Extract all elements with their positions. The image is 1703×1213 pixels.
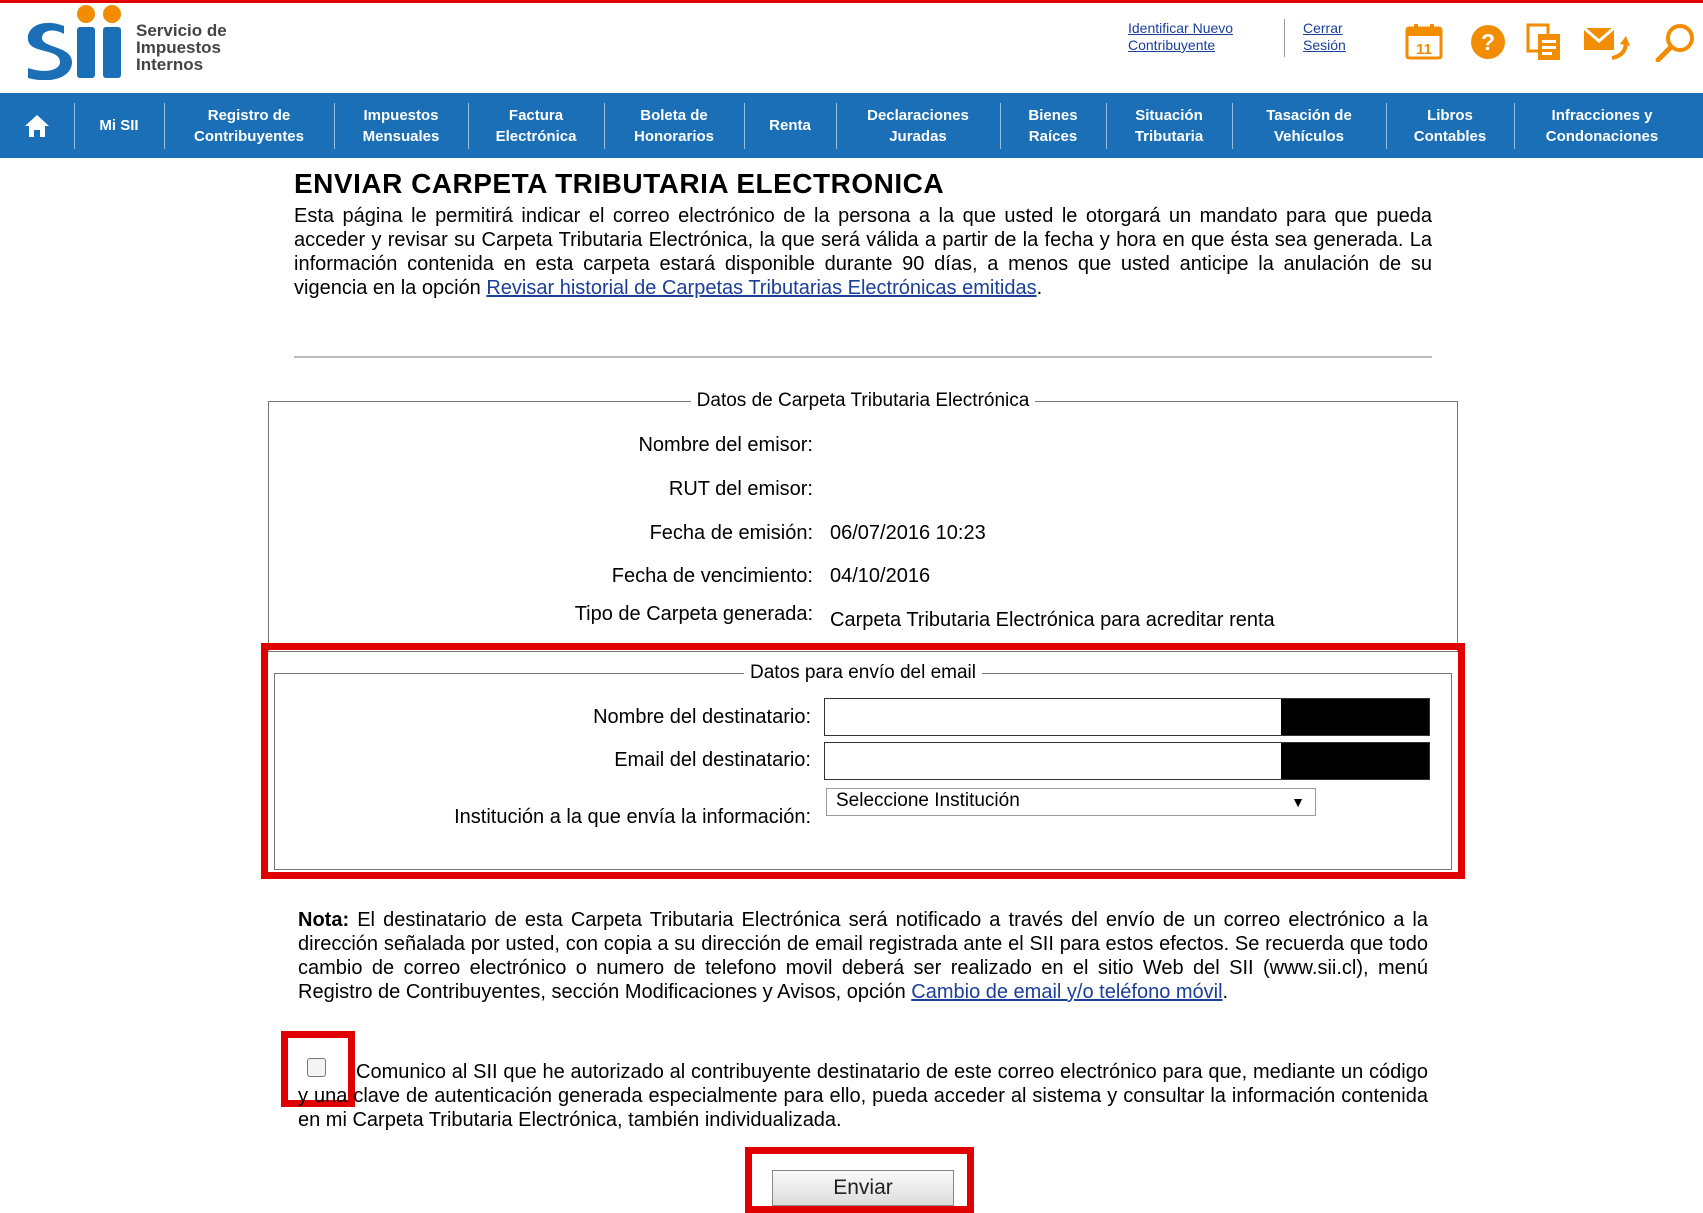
- historial-carpetas-link[interactable]: Revisar historial de Carpetas Tributaria…: [486, 277, 1036, 299]
- nav-label: Factura: [508, 106, 564, 124]
- calendar-day: 11: [1416, 41, 1432, 58]
- nav-mi-sii[interactable]: Mi SII: [74, 93, 164, 158]
- nav-label: Tasación de: [1266, 106, 1352, 124]
- nav-label: Bienes: [1028, 106, 1078, 124]
- emisor-label: Nombre del emisor:: [638, 434, 813, 456]
- search-icon[interactable]: [1652, 22, 1698, 63]
- logout-link-line2: Sesión: [1303, 37, 1346, 53]
- intro-end: .: [1036, 277, 1043, 299]
- intro-paragraph: Esta página le permitirá indicar el corr…: [294, 204, 1432, 300]
- nav-factura-electronica[interactable]: Factura Electrónica: [468, 93, 604, 158]
- fecha-emision-label: Fecha de emisión:: [649, 522, 813, 544]
- nav-label: Contribuyentes: [193, 127, 304, 145]
- help-icon[interactable]: ?: [1468, 22, 1508, 62]
- note-text: El destinatario de esta Carpeta Tributar…: [298, 909, 1428, 1003]
- nav-label: Situación: [1135, 106, 1203, 124]
- nav-label: Libros: [1427, 106, 1473, 124]
- logo-text: Servicio de Impuestos Internos: [136, 22, 227, 73]
- logo-line-2: Impuestos: [136, 38, 222, 57]
- nav-libros-contables[interactable]: Libros Contables: [1386, 93, 1514, 158]
- page-title: ENVIAR CARPETA TRIBUTARIA ELECTRONICA: [294, 168, 945, 199]
- nav-label: Condonaciones: [1545, 127, 1659, 145]
- nav-label: Juradas: [889, 127, 947, 145]
- submit-button[interactable]: Enviar: [772, 1170, 954, 1206]
- nav-label: Infracciones y: [1551, 106, 1653, 124]
- fecha-emision-value: 06/07/2016 10:23: [830, 522, 986, 544]
- note-end: .: [1222, 981, 1229, 1003]
- nav-impuestos-mensuales[interactable]: Impuestos Mensuales: [334, 93, 468, 158]
- logo-line-3: Internos: [136, 55, 204, 74]
- main-nav: Mi SII Registro de Contribuyentes Impuest…: [0, 93, 1703, 158]
- logout-link-line1: Cerrar: [1303, 20, 1343, 36]
- note-paragraph: Nota: El destinatario de esta Carpeta Tr…: [298, 908, 1428, 1004]
- nav-label: Contables: [1413, 127, 1487, 145]
- identify-link-line2: Contribuyente: [1128, 37, 1216, 53]
- fecha-vencimiento-value: 04/10/2016: [830, 565, 931, 587]
- nav-home[interactable]: [0, 93, 74, 158]
- nav-boleta-honorarios[interactable]: Boleta de Honorarios: [604, 93, 744, 158]
- tipo-carpeta-value: Carpeta Tributaria Electrónica para acre…: [830, 609, 1275, 631]
- nav-situacion-tributaria[interactable]: Situación Tributaria: [1106, 93, 1232, 158]
- highlight-email-section: [261, 643, 1465, 879]
- mail-icon[interactable]: [1582, 22, 1630, 62]
- note-bold: Nota:: [298, 909, 350, 931]
- nav-registro-contribuyentes[interactable]: Registro de Contribuyentes: [164, 93, 334, 158]
- nav-label: Renta: [769, 117, 811, 134]
- divider: [294, 356, 1432, 358]
- fecha-vencimiento-label: Fecha de vencimiento:: [611, 565, 813, 587]
- nav-label: Mi SII: [99, 117, 139, 134]
- nav-infracciones-condonaciones[interactable]: Infracciones y Condonaciones: [1514, 93, 1690, 158]
- consent-text: Comunico al SII que he autorizado al con…: [298, 1061, 1428, 1131]
- home-icon: [25, 114, 49, 137]
- calendar-icon[interactable]: 11: [1404, 22, 1444, 62]
- sii-logo-mark: [27, 5, 121, 80]
- identify-link-line1: Identificar Nuevo: [1128, 20, 1234, 36]
- nav-label: Boleta de: [640, 106, 708, 124]
- nav-renta[interactable]: Renta: [744, 93, 836, 158]
- top-accent-line: [0, 0, 1703, 3]
- nav-label: Impuestos: [363, 106, 439, 124]
- nav-label: Electrónica: [495, 127, 577, 145]
- nav-label: Mensuales: [362, 127, 440, 145]
- svg-text:?: ?: [1481, 29, 1495, 55]
- logo-line-1: Servicio de: [136, 21, 227, 40]
- carpeta-legend: Datos de Carpeta Tributaria Electrónica: [696, 390, 1030, 411]
- nav-tasacion-vehiculos[interactable]: Tasación de Vehículos: [1232, 93, 1386, 158]
- nav-bienes-raices[interactable]: Bienes Raíces: [1000, 93, 1106, 158]
- nav-label: Declaraciones: [867, 106, 969, 124]
- cambio-email-link[interactable]: Cambio de email y/o teléfono móvil: [911, 981, 1222, 1003]
- logout-link[interactable]: Cerrar Sesión: [1303, 20, 1363, 54]
- header-separator: [1284, 19, 1285, 57]
- identify-contributor-link[interactable]: Identificar Nuevo Contribuyente: [1128, 20, 1264, 54]
- nav-label: Vehículos: [1273, 127, 1345, 145]
- nav-label: Registro de: [207, 106, 291, 124]
- rut-label: RUT del emisor:: [668, 478, 813, 500]
- nav-declaraciones-juradas[interactable]: Declaraciones Juradas: [836, 93, 1000, 158]
- nav-label: Tributaria: [1134, 127, 1204, 145]
- nav-label: Raíces: [1028, 127, 1078, 145]
- sii-logo[interactable]: Servicio de Impuestos Internos: [24, 4, 264, 80]
- tipo-carpeta-label: Tipo de Carpeta generada:: [574, 603, 813, 625]
- documents-icon[interactable]: [1524, 22, 1564, 62]
- nav-label: Honorarios: [633, 127, 714, 145]
